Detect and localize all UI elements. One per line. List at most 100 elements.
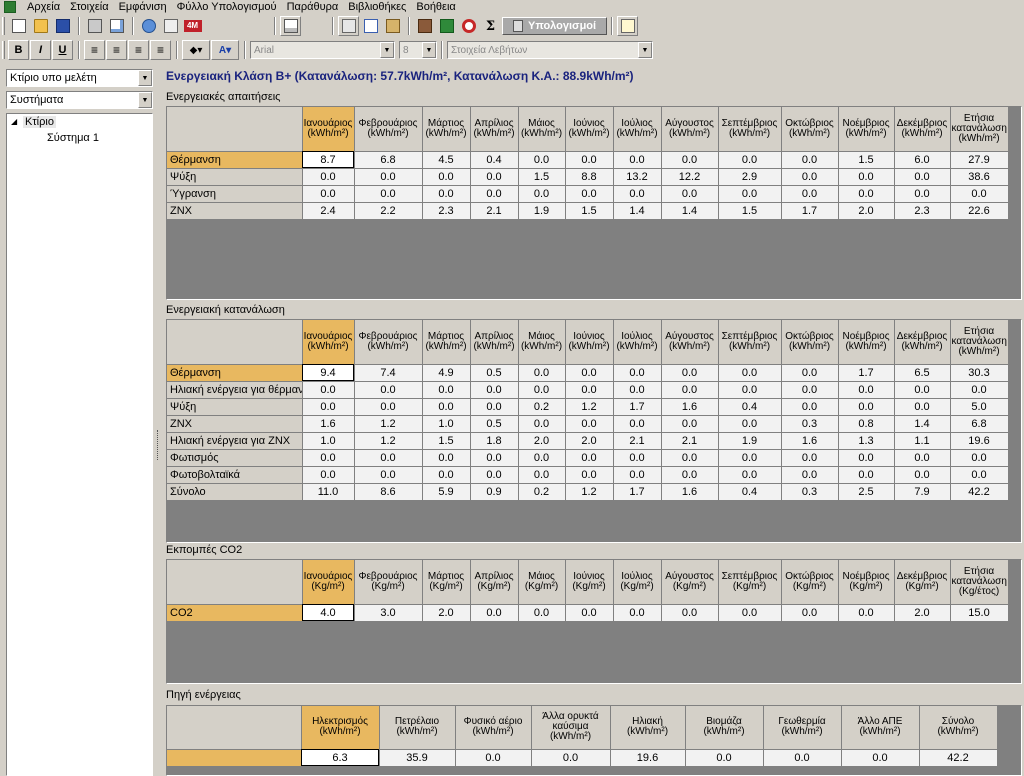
data-cell[interactable]: 0.3 — [781, 483, 839, 501]
column-header[interactable]: Βιομάζα (kWh/m²) — [685, 706, 764, 750]
data-cell[interactable]: 0.0 — [613, 381, 662, 399]
data-cell[interactable]: 0.0 — [718, 604, 782, 622]
data-cell[interactable]: 0.0 — [422, 398, 471, 416]
data-cell[interactable]: 0.0 — [422, 185, 471, 203]
data-cell[interactable]: 0.0 — [422, 168, 471, 186]
data-cell[interactable]: 0.0 — [838, 381, 895, 399]
data-cell[interactable]: 2.9 — [718, 168, 782, 186]
data-cell[interactable]: 0.0 — [763, 749, 842, 767]
column-header[interactable]: Νοέμβριος (Kg/m²) — [838, 560, 895, 605]
open-button[interactable] — [30, 16, 51, 36]
row-header[interactable] — [167, 749, 302, 767]
data-cell[interactable]: 1.5 — [718, 202, 782, 220]
data-cell[interactable]: 0.5 — [470, 415, 519, 433]
data-cell[interactable]: 1.5 — [838, 151, 895, 169]
data-cell[interactable]: 0.0 — [718, 415, 782, 433]
data-cell[interactable]: 0.0 — [422, 381, 471, 399]
fill-color-button[interactable]: ◆▾ — [182, 40, 210, 60]
column-header[interactable]: Νοέμβριος (kWh/m²) — [838, 320, 895, 365]
font-color-button[interactable]: A▾ — [211, 40, 239, 60]
data-cell[interactable]: 42.2 — [919, 749, 998, 767]
data-cell[interactable]: 1.2 — [565, 398, 614, 416]
data-cell[interactable]: 4.9 — [422, 364, 471, 382]
data-cell[interactable]: 0.0 — [950, 381, 1009, 399]
new-button[interactable] — [8, 16, 29, 36]
data-cell[interactable]: 0.0 — [661, 604, 719, 622]
row-header[interactable]: Ηλιακή ενέργεια για ΖΝΧ — [167, 432, 303, 450]
data-cell[interactable]: 1.5 — [518, 168, 566, 186]
column-header[interactable]: Αύγουστος (Kg/m²) — [661, 560, 719, 605]
data-cell[interactable]: 6.5 — [894, 364, 951, 382]
data-cell[interactable]: 1.0 — [302, 432, 355, 450]
data-cell[interactable]: 6.0 — [894, 151, 951, 169]
data-cell[interactable]: 0.0 — [613, 151, 662, 169]
data-cell[interactable]: 1.7 — [613, 398, 662, 416]
data-cell[interactable]: 0.0 — [950, 449, 1009, 467]
data-cell[interactable]: 0.0 — [781, 381, 839, 399]
data-cell[interactable]: 0.0 — [781, 151, 839, 169]
data-cell[interactable]: 0.0 — [302, 466, 355, 484]
column-header[interactable]: Γεωθερμία (kWh/m²) — [763, 706, 842, 750]
data-cell[interactable]: 0.0 — [531, 749, 611, 767]
save-button[interactable] — [52, 16, 73, 36]
row-header[interactable]: Ύγρανση — [167, 185, 303, 203]
data-cell[interactable]: 2.1 — [661, 432, 719, 450]
column-header[interactable]: Οκτώβριος (Kg/m²) — [781, 560, 839, 605]
row-header[interactable]: ΖΝΧ — [167, 202, 303, 220]
data-cell[interactable]: 0.0 — [302, 449, 355, 467]
column-header[interactable]: Ηλεκτρισμός (kWh/m²) — [301, 706, 380, 750]
chevron-down-icon[interactable]: ▼ — [138, 70, 152, 86]
data-cell[interactable]: 1.2 — [565, 483, 614, 501]
data-cell[interactable]: 0.2 — [518, 398, 566, 416]
row-header[interactable]: Θέρμανση — [167, 151, 303, 169]
column-header[interactable]: Φεβρουάριος (kWh/m²) — [354, 107, 423, 152]
column-header[interactable]: Μάιος (kWh/m²) — [518, 107, 566, 152]
data-cell[interactable]: 0.0 — [613, 466, 662, 484]
column-header[interactable]: Ιούλιος (kWh/m²) — [613, 107, 662, 152]
column-header[interactable]: Μάρτιος (kWh/m²) — [422, 320, 471, 365]
column-header[interactable]: Σύνολο (kWh/m²) — [919, 706, 998, 750]
data-cell[interactable]: 2.1 — [470, 202, 519, 220]
data-cell[interactable]: 0.4 — [718, 483, 782, 501]
column-header[interactable]: Ιανουάριος (kWh/m²) — [302, 320, 355, 365]
mail-button[interactable] — [160, 16, 181, 36]
data-cell[interactable]: 0.0 — [894, 449, 951, 467]
column-header[interactable]: Μάρτιος (Kg/m²) — [422, 560, 471, 605]
justify-button[interactable]: ≡ — [150, 40, 171, 60]
data-cell[interactable]: 0.0 — [838, 449, 895, 467]
data-cell[interactable]: 4.5 — [422, 151, 471, 169]
column-header[interactable]: Δεκέμβριος (Kg/m²) — [894, 560, 951, 605]
data-cell[interactable]: 2.0 — [894, 604, 951, 622]
menu-windows[interactable]: Παράθυρα — [282, 0, 344, 14]
data-cell[interactable]: 0.0 — [838, 604, 895, 622]
data-cell[interactable]: 0.0 — [661, 466, 719, 484]
menu-libraries[interactable]: Βιβλιοθήκες — [343, 0, 411, 14]
data-cell[interactable]: 0.0 — [354, 466, 423, 484]
data-cell[interactable]: 2.0 — [518, 432, 566, 450]
column-header[interactable]: Απρίλιος (Kg/m²) — [470, 560, 519, 605]
data-cell[interactable]: 0.0 — [354, 449, 423, 467]
align-right-button[interactable]: ≡ — [128, 40, 149, 60]
column-header[interactable]: Φεβρουάριος (Kg/m²) — [354, 560, 423, 605]
data-cell[interactable]: 0.0 — [565, 381, 614, 399]
data-cell[interactable]: 6.3 — [301, 749, 380, 767]
column-header[interactable]: Νοέμβριος (kWh/m²) — [838, 107, 895, 152]
data-cell[interactable]: 0.0 — [518, 185, 566, 203]
row-header[interactable]: Θέρμανση — [167, 364, 303, 382]
data-cell[interactable]: 0.0 — [354, 381, 423, 399]
data-cell[interactable]: 0.0 — [470, 604, 519, 622]
data-cell[interactable]: 27.9 — [950, 151, 1009, 169]
data-cell[interactable]: 1.4 — [613, 202, 662, 220]
data-cell[interactable]: 0.0 — [661, 381, 719, 399]
data-cell[interactable]: 0.0 — [302, 381, 355, 399]
data-cell[interactable]: 0.0 — [838, 185, 895, 203]
row-header[interactable]: Φωτοβολταϊκά — [167, 466, 303, 484]
column-header[interactable]: Ιανουάριος (kWh/m²) — [302, 107, 355, 152]
data-cell[interactable]: 0.0 — [302, 168, 355, 186]
data-cell[interactable]: 22.6 — [950, 202, 1009, 220]
column-header[interactable]: Πετρέλαιο (kWh/m²) — [379, 706, 456, 750]
data-cell[interactable]: 0.0 — [470, 168, 519, 186]
column-header[interactable]: Ηλιακή (kWh/m²) — [610, 706, 686, 750]
column-header[interactable]: Αύγουστος (kWh/m²) — [661, 107, 719, 152]
column-header[interactable]: Ιανουάριος (Kg/m²) — [302, 560, 355, 605]
